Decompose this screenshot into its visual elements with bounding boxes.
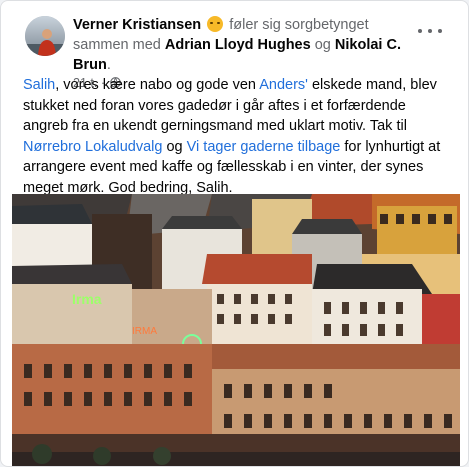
post-card: Verner Kristiansen føler sig sorgbetynge… [0,0,469,467]
mention-anders[interactable]: Anders' [259,77,308,93]
author-avatar[interactable] [25,16,65,56]
mention-vi-tager-gaderne-tilbage[interactable]: Vi tager gaderne tilbage [187,139,341,155]
mention-norrebro-lokaludvalg[interactable]: Nørrebro Lokaludvalg [23,139,162,155]
post-body: Salih, vores kære nabo og gode ven Ander… [23,75,451,198]
post-body-text: og [162,138,187,155]
connector-text: og [314,37,331,53]
sad-face-emoji-icon [207,16,224,32]
end-punct: . [106,57,111,73]
svg-text:IRMA: IRMA [132,326,157,337]
author-name[interactable]: Verner Kristiansen [73,17,201,33]
svg-text:Irma: Irma [72,291,102,307]
more-horizontal-icon [418,29,422,33]
tagged-person-1[interactable]: Adrian Lloyd Hughes [165,37,311,53]
post-body-text: , vores kære nabo og gode ven [55,77,260,93]
more-options-button[interactable] [418,23,442,39]
post-header: Verner Kristiansen føler sig sorgbetynge… [1,1,468,90]
mention-salih[interactable]: Salih [23,77,55,93]
post-photo[interactable]: Irma Irma IRMA Irma [12,194,460,466]
city-rooftops-image: Irma Irma IRMA Irma [12,194,460,466]
